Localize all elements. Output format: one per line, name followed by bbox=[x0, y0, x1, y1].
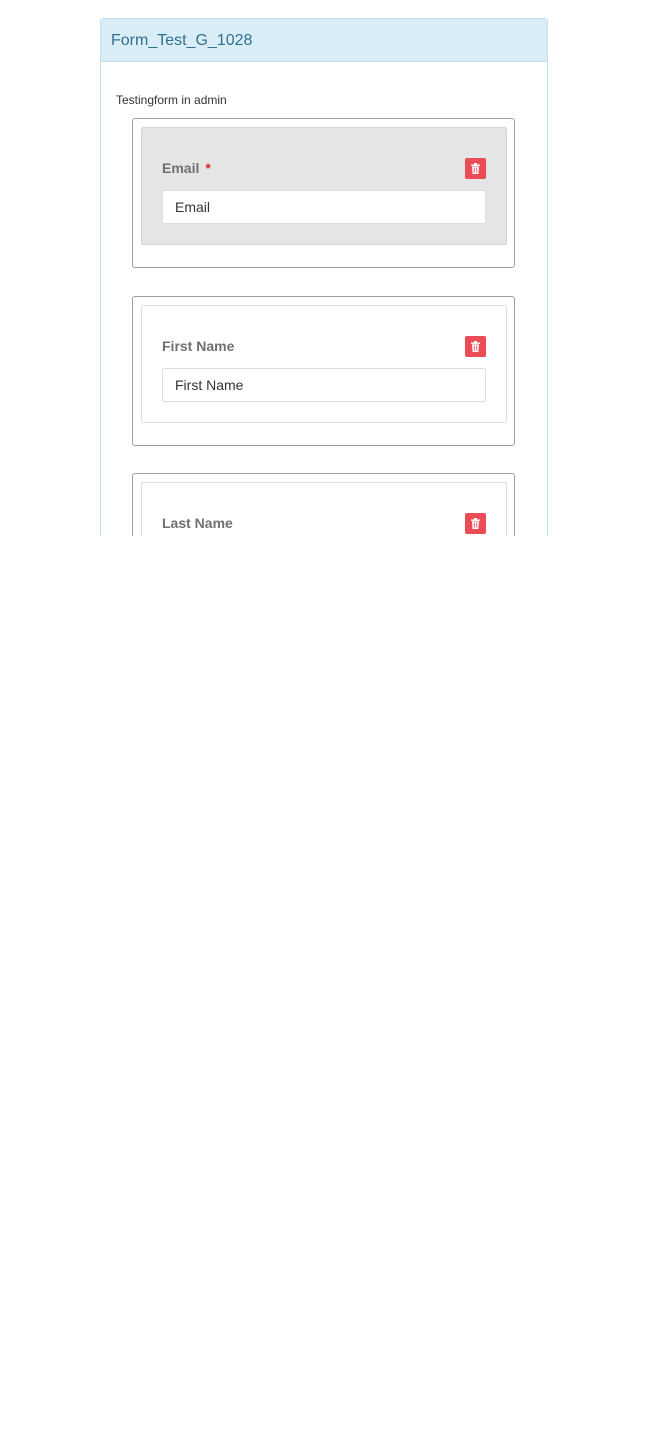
form-builder-viewport: Form_Test_G_1028 Testingform in admin Em… bbox=[0, 0, 648, 536]
field-label-text: Email bbox=[162, 160, 200, 176]
required-indicator: * bbox=[205, 160, 211, 176]
trash-icon bbox=[471, 518, 480, 529]
field-label-text: First Name bbox=[162, 338, 235, 354]
field-card-email[interactable]: Email * bbox=[132, 118, 515, 268]
email-input[interactable] bbox=[162, 190, 486, 224]
field-label-first-name: First Name bbox=[162, 338, 234, 354]
field-label-email: Email * bbox=[162, 160, 211, 176]
page: Form_Test_G_1028 Testingform in admin Em… bbox=[0, 0, 648, 1439]
trash-icon bbox=[471, 163, 480, 174]
field-card-first-name[interactable]: First Name bbox=[132, 296, 515, 446]
field-last-name-container[interactable]: Last Name bbox=[141, 482, 507, 536]
field-email-container[interactable]: Email * bbox=[141, 127, 507, 245]
delete-field-last-name-button[interactable] bbox=[465, 513, 486, 534]
field-card-last-name[interactable]: Last Name bbox=[132, 473, 515, 536]
form-description: Testingform in admin bbox=[116, 93, 227, 107]
delete-field-first-name-button[interactable] bbox=[465, 336, 486, 357]
first-name-input[interactable] bbox=[162, 368, 486, 402]
trash-icon bbox=[471, 341, 480, 352]
field-first-name-container[interactable]: First Name bbox=[141, 305, 507, 423]
form-title: Form_Test_G_1028 bbox=[101, 19, 547, 62]
field-label-text: Last Name bbox=[162, 515, 233, 531]
delete-field-email-button[interactable] bbox=[465, 158, 486, 179]
form-panel: Form_Test_G_1028 Testingform in admin Em… bbox=[100, 18, 548, 536]
field-label-last-name: Last Name bbox=[162, 515, 233, 531]
